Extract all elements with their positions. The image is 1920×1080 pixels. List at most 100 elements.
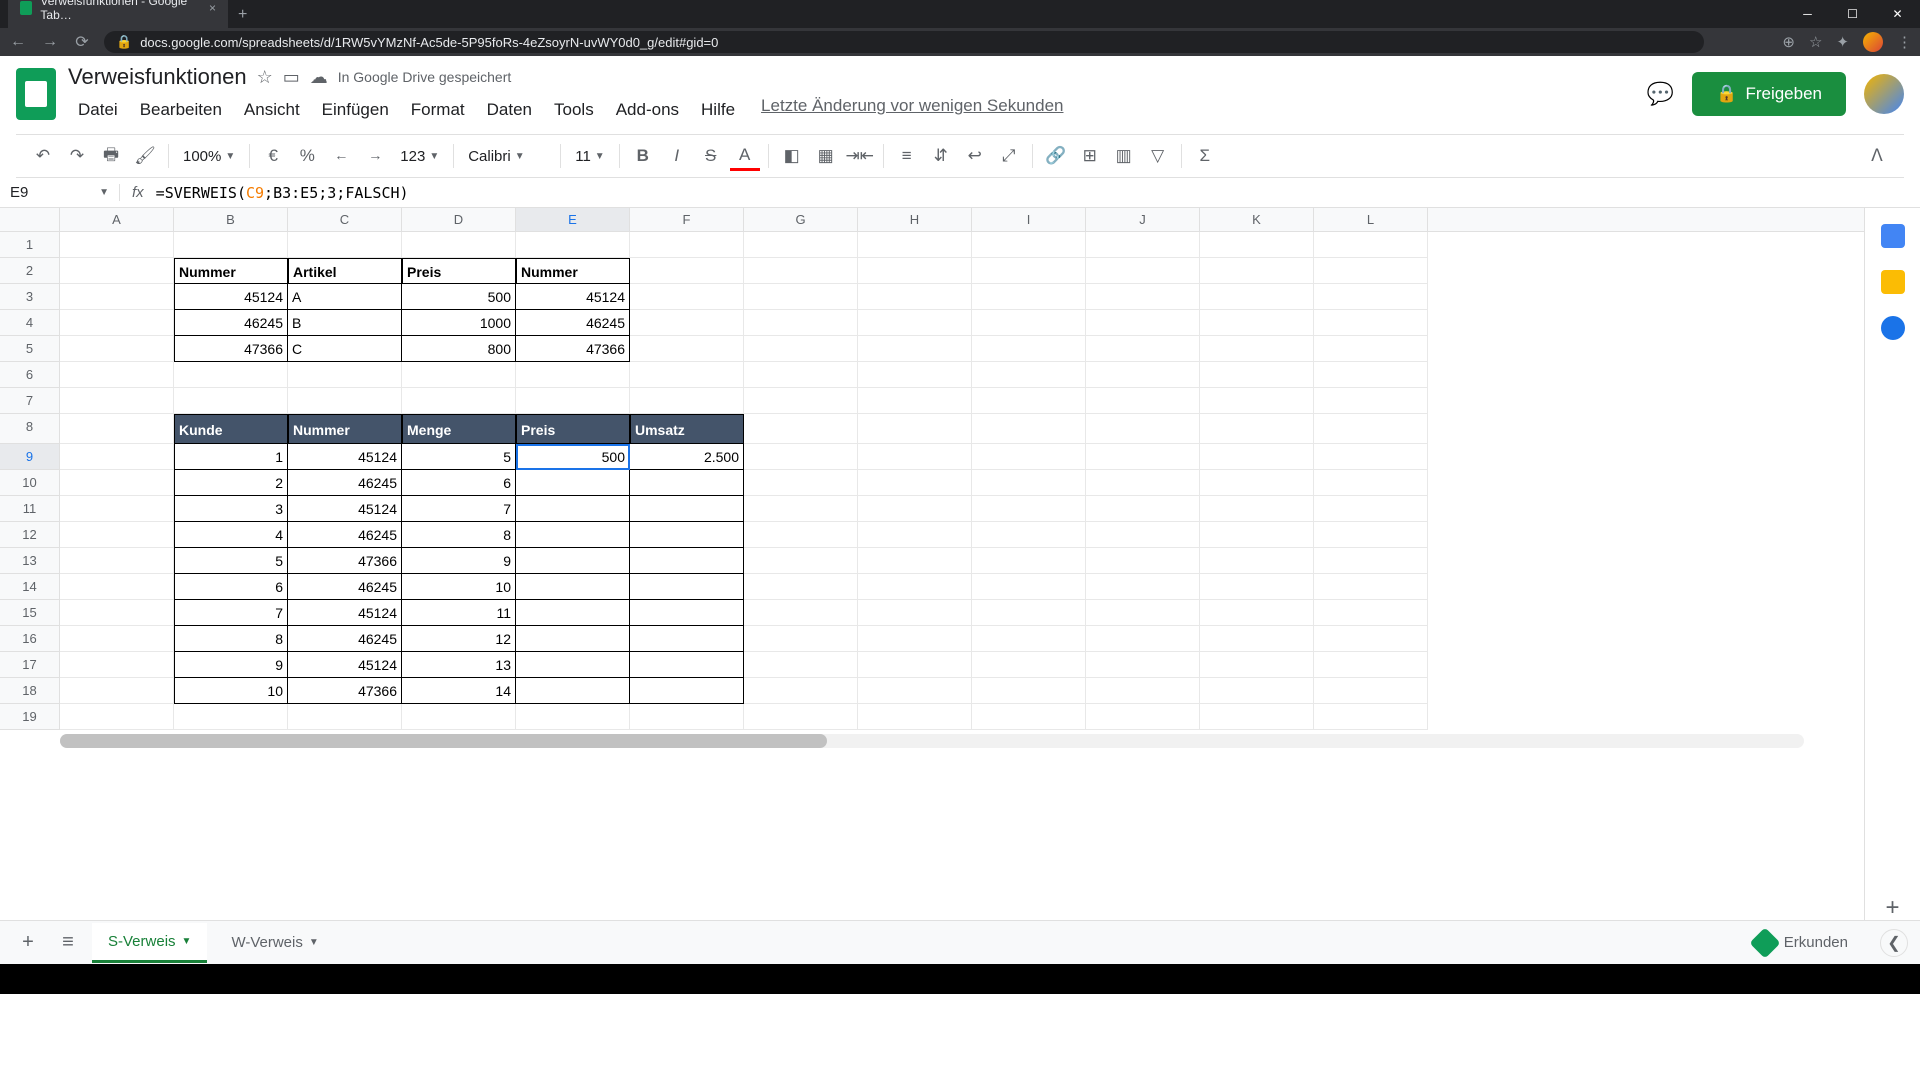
cell[interactable]: [972, 388, 1086, 414]
text-color-button[interactable]: A: [730, 141, 760, 171]
cell[interactable]: [60, 232, 174, 258]
window-minimize-button[interactable]: ─: [1785, 0, 1830, 28]
cell[interactable]: [402, 704, 516, 730]
cell[interactable]: [1314, 704, 1428, 730]
cell[interactable]: [972, 414, 1086, 444]
cell[interactable]: [1086, 444, 1200, 470]
cell[interactable]: 46245: [516, 310, 630, 336]
cell[interactable]: [744, 284, 858, 310]
cell[interactable]: [1200, 258, 1314, 284]
cell[interactable]: 2.500: [630, 444, 744, 470]
cell[interactable]: [744, 310, 858, 336]
cell[interactable]: 13: [402, 652, 516, 678]
star-icon[interactable]: ☆: [257, 67, 273, 88]
menu-datei[interactable]: Datei: [68, 96, 128, 124]
cell[interactable]: [288, 232, 402, 258]
row-header[interactable]: 19: [0, 704, 60, 730]
row-header[interactable]: 15: [0, 600, 60, 626]
cell[interactable]: [402, 362, 516, 388]
row-header[interactable]: 8: [0, 414, 60, 444]
cell[interactable]: [60, 626, 174, 652]
cell[interactable]: [60, 470, 174, 496]
cell[interactable]: 1: [174, 444, 288, 470]
cell[interactable]: [744, 626, 858, 652]
cell[interactable]: [630, 232, 744, 258]
cell[interactable]: [858, 470, 972, 496]
cell[interactable]: [630, 626, 744, 652]
cell[interactable]: [744, 470, 858, 496]
cell[interactable]: [516, 522, 630, 548]
cell[interactable]: [858, 414, 972, 444]
col-header-j[interactable]: J: [1086, 208, 1200, 231]
cell[interactable]: [1200, 600, 1314, 626]
row-header[interactable]: 2: [0, 258, 60, 284]
cell[interactable]: [630, 362, 744, 388]
cell[interactable]: [60, 496, 174, 522]
cell[interactable]: [744, 388, 858, 414]
cell[interactable]: 9: [402, 548, 516, 574]
cell[interactable]: 1000: [402, 310, 516, 336]
cell[interactable]: 10: [402, 574, 516, 600]
cell[interactable]: Preis: [516, 414, 630, 444]
menu-daten[interactable]: Daten: [477, 96, 542, 124]
cell[interactable]: 7: [174, 600, 288, 626]
col-header-b[interactable]: B: [174, 208, 288, 231]
cell[interactable]: 45124: [288, 652, 402, 678]
borders-icon[interactable]: ▦: [811, 141, 841, 171]
filter-icon[interactable]: ▽: [1143, 141, 1173, 171]
cell[interactable]: [1086, 678, 1200, 704]
cell[interactable]: [858, 388, 972, 414]
cell[interactable]: [402, 388, 516, 414]
cell[interactable]: [630, 574, 744, 600]
bookmark-icon[interactable]: ☆: [1809, 33, 1822, 51]
cell[interactable]: [174, 704, 288, 730]
cell[interactable]: [972, 678, 1086, 704]
cell[interactable]: [1200, 548, 1314, 574]
cell[interactable]: 9: [174, 652, 288, 678]
cell[interactable]: 46245: [174, 310, 288, 336]
cell[interactable]: [858, 704, 972, 730]
name-box[interactable]: E9 ▼: [0, 184, 120, 201]
cell[interactable]: [744, 258, 858, 284]
zoom-icon[interactable]: ⊕: [1782, 33, 1795, 51]
col-header-d[interactable]: D: [402, 208, 516, 231]
cell[interactable]: [1086, 470, 1200, 496]
cell[interactable]: [744, 232, 858, 258]
cell[interactable]: A: [288, 284, 402, 310]
cell[interactable]: [1086, 600, 1200, 626]
cell[interactable]: [972, 336, 1086, 362]
cell[interactable]: 5: [402, 444, 516, 470]
cell[interactable]: [174, 232, 288, 258]
cell[interactable]: [972, 548, 1086, 574]
cell[interactable]: [1200, 414, 1314, 444]
rotate-icon[interactable]: ⤢: [994, 141, 1024, 171]
row-header[interactable]: 10: [0, 470, 60, 496]
cell[interactable]: [1086, 258, 1200, 284]
cell[interactable]: [1314, 444, 1428, 470]
cell[interactable]: [60, 388, 174, 414]
cell[interactable]: [1200, 652, 1314, 678]
cell[interactable]: [858, 652, 972, 678]
new-tab-button[interactable]: +: [228, 2, 257, 28]
cell[interactable]: 500: [516, 444, 630, 470]
cell[interactable]: 800: [402, 336, 516, 362]
functions-icon[interactable]: Σ: [1190, 141, 1220, 171]
cell[interactable]: 45124: [288, 496, 402, 522]
cell[interactable]: 7: [402, 496, 516, 522]
cell[interactable]: [1314, 414, 1428, 444]
cell[interactable]: [744, 522, 858, 548]
row-header[interactable]: 7: [0, 388, 60, 414]
cell[interactable]: [1314, 362, 1428, 388]
cell[interactable]: 46245: [288, 470, 402, 496]
cell[interactable]: [516, 470, 630, 496]
nav-back-icon[interactable]: ←: [8, 33, 28, 51]
col-header-e[interactable]: E: [516, 208, 630, 231]
cell[interactable]: [60, 600, 174, 626]
fill-color-icon[interactable]: ◧: [777, 141, 807, 171]
cell[interactable]: [972, 470, 1086, 496]
cell[interactable]: [1314, 626, 1428, 652]
nav-reload-icon[interactable]: ⟳: [72, 32, 92, 52]
cell[interactable]: [858, 336, 972, 362]
cell[interactable]: [60, 652, 174, 678]
cell[interactable]: [1086, 652, 1200, 678]
